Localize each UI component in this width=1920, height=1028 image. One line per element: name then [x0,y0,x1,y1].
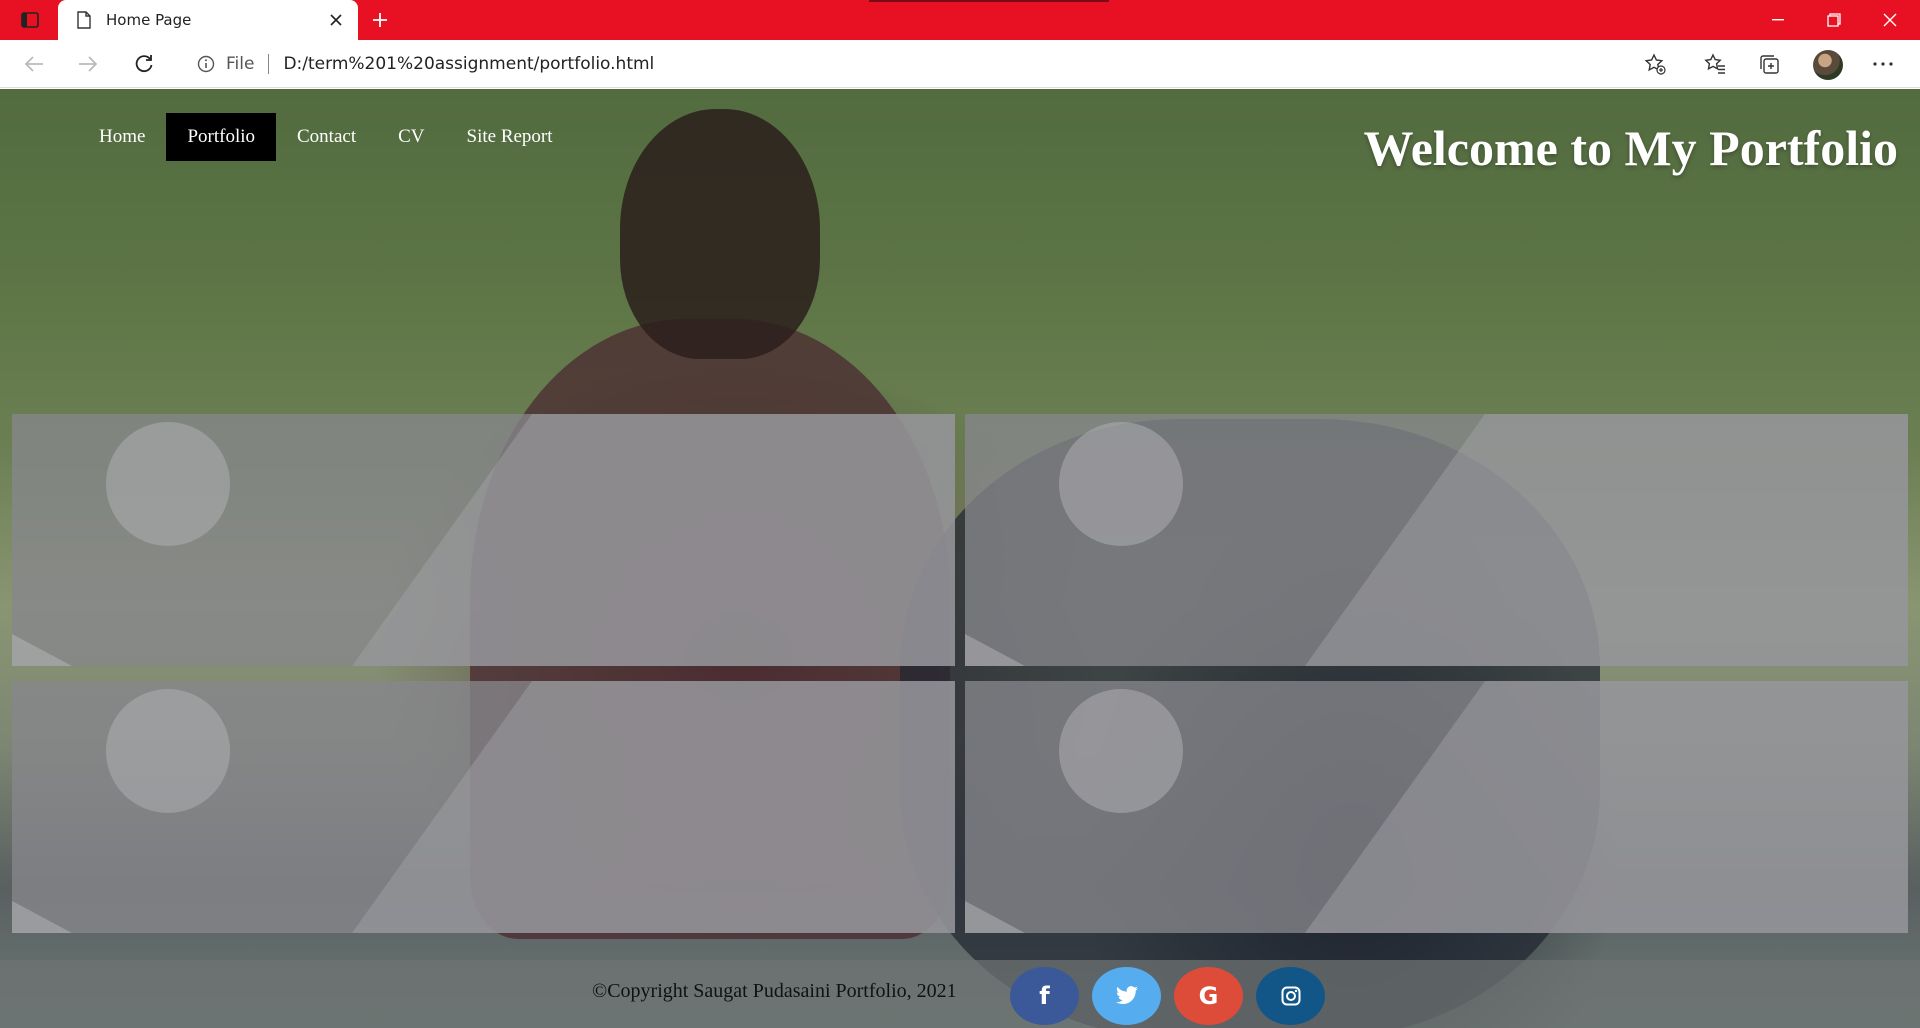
google-link[interactable]: G [1174,967,1243,1025]
new-tab-button[interactable] [366,6,394,34]
close-icon [1883,13,1897,27]
card-avatar-circle [1059,689,1183,813]
restore-button[interactable] [1806,0,1862,40]
page-footer: ©Copyright Saugat Pudasaini Portfolio, 2… [0,960,1920,1028]
card-avatar-circle [106,689,230,813]
page-title: Welcome to My Portfolio [1363,120,1898,176]
browser-tab-strip: Home Page [0,0,1920,40]
refresh-icon [135,55,153,73]
portfolio-card[interactable] [12,681,955,933]
instagram-link[interactable] [1256,967,1325,1025]
address-separator [268,54,270,74]
portfolio-grid [12,414,1908,933]
copyright-text: ©Copyright Saugat Pudasaini Portfolio, 2… [592,980,957,1002]
address-bar[interactable]: File D:/term%201%20assignment/portfolio.… [182,44,1682,84]
close-window-button[interactable] [1862,0,1918,40]
collections-icon [1760,55,1779,74]
instagram-icon [1281,986,1300,1006]
browser-tab-active[interactable]: Home Page [58,0,358,40]
refresh-button[interactable] [126,46,162,82]
restore-icon [1827,13,1841,27]
page-viewport: Home Portfolio Contact CV Site Report We… [0,89,1920,1028]
twitter-icon [1115,986,1138,1005]
portfolio-card[interactable] [965,681,1908,933]
card-avatar-circle [106,422,230,546]
nav-item-home[interactable]: Home [78,113,166,161]
page-icon [74,10,94,30]
portfolio-card[interactable] [965,414,1908,666]
settings-menu-button[interactable] [1865,46,1901,82]
close-tab-icon[interactable] [322,6,350,34]
main-nav: Home Portfolio Contact CV Site Report [78,113,574,161]
nav-item-contact[interactable]: Contact [276,113,377,161]
favorites-icon [1704,53,1725,74]
tab-actions-button[interactable] [14,8,46,32]
nav-item-cv[interactable]: CV [377,113,445,161]
forward-button[interactable] [70,46,106,82]
tab-title: Home Page [106,11,192,29]
card-avatar-circle [1059,422,1183,546]
add-favorite-button[interactable] [1637,46,1673,82]
arrow-left-icon [24,56,43,72]
google-icon: G [1198,982,1219,1010]
nav-item-portfolio[interactable]: Portfolio [166,113,276,161]
nav-item-site-report[interactable]: Site Report [446,113,574,161]
more-icon [1873,62,1893,66]
minimize-button[interactable] [1750,0,1806,40]
facebook-link[interactable]: f [1010,967,1079,1025]
arrow-right-icon [79,56,98,72]
window-drag-line [869,0,1109,2]
photo-person-head [620,109,820,359]
tab-actions-icon [21,12,39,28]
browser-toolbar: File D:/term%201%20assignment/portfolio.… [0,40,1920,88]
collections-button[interactable] [1751,46,1787,82]
favorites-button[interactable] [1697,46,1733,82]
facebook-icon: f [1039,982,1050,1010]
star-plus-icon [1644,53,1666,75]
twitter-link[interactable] [1092,967,1161,1025]
back-button[interactable] [16,46,52,82]
info-icon[interactable] [196,54,216,74]
portfolio-card[interactable] [12,414,955,666]
minimize-icon [1772,19,1784,21]
plus-icon [373,13,387,27]
url-text[interactable]: D:/term%201%20assignment/portfolio.html [283,54,654,74]
profile-avatar[interactable] [1813,50,1843,80]
scheme-label: File [226,54,255,74]
